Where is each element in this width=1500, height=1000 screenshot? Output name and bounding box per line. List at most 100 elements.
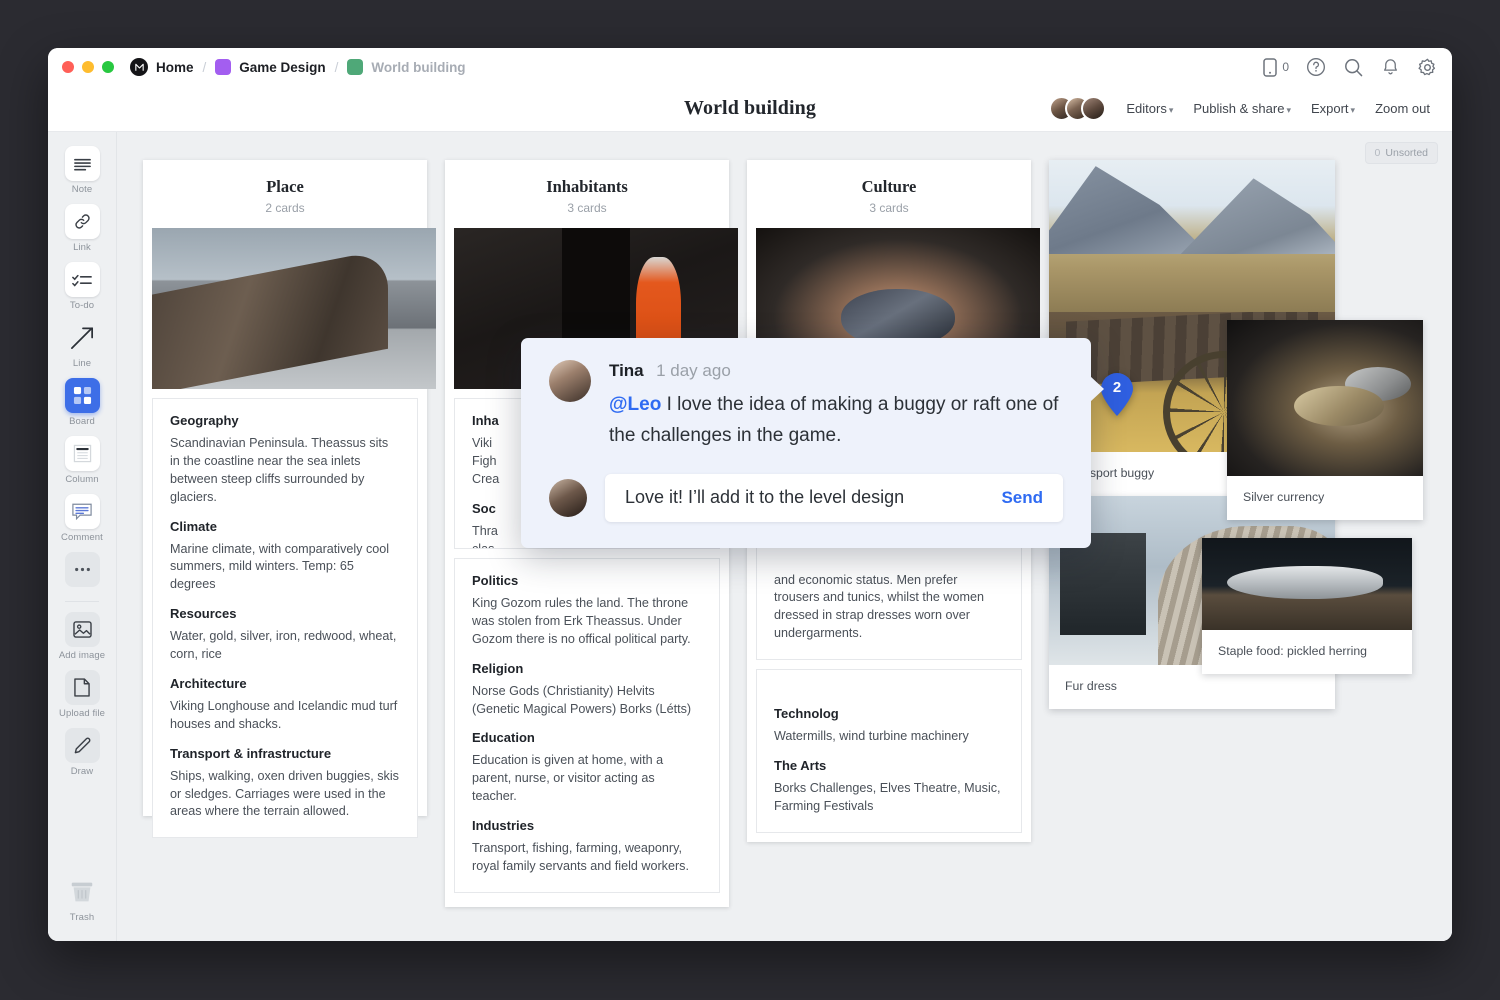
line-arrow-icon — [65, 320, 100, 355]
column-icon — [65, 436, 100, 471]
board-canvas[interactable]: 0 Unsorted Place 2 cards Geography Scand… — [117, 132, 1452, 941]
section-text: Marine climate, with comparatively cool … — [170, 541, 400, 595]
section-heading: Climate — [170, 519, 400, 534]
reply-input-wrapper[interactable]: Love it! I’ll add it to the level design… — [605, 474, 1063, 522]
comment-reply-row: Love it! I’ll add it to the level design… — [549, 474, 1063, 522]
section-heading: Resources — [170, 606, 400, 621]
tool-label: Upload file — [59, 708, 105, 719]
column-card[interactable]: Technolog Watermills, wind turbine machi… — [756, 669, 1022, 833]
breadcrumb-item-game-design[interactable]: Game Design — [215, 59, 325, 75]
settings-icon[interactable] — [1417, 57, 1438, 78]
more-icon — [65, 552, 100, 587]
tool-link[interactable]: Link — [54, 204, 110, 253]
section-heading: The Arts — [774, 758, 1004, 773]
titlebar-actions: 0 — [1263, 57, 1438, 78]
todo-icon — [65, 262, 100, 297]
section-heading: Geography — [170, 413, 400, 428]
breadcrumb: Home / Game Design / World building — [130, 58, 466, 76]
section-text: Water, gold, silver, iron, redwood, whea… — [170, 628, 400, 664]
section-text: Viking Longhouse and Icelandic mud turf … — [170, 698, 400, 734]
board-column-place[interactable]: Place 2 cards Geography Scandinavian Pen… — [143, 160, 427, 816]
tool-column[interactable]: Column — [54, 436, 110, 485]
image-card-silver-currency[interactable]: Silver currency — [1227, 320, 1423, 520]
tool-sidebar: Note Link To-do Line — [48, 132, 117, 941]
tool-more[interactable] — [54, 552, 110, 587]
column-title: Place — [153, 177, 417, 197]
herring-photo — [1202, 538, 1412, 630]
unsorted-badge[interactable]: 0 Unsorted — [1365, 142, 1438, 164]
window-titlebar: Home / Game Design / World building 0 — [48, 48, 1452, 86]
publish-share-menu[interactable]: Publish & share▾ — [1193, 101, 1291, 116]
section-heading: Education — [472, 730, 702, 745]
link-icon — [65, 204, 100, 239]
app-window: Home / Game Design / World building 0 — [48, 48, 1452, 941]
breadcrumb-item-home[interactable]: Home — [130, 58, 194, 76]
tool-board[interactable]: Board — [54, 378, 110, 427]
draw-icon — [65, 728, 100, 763]
tool-label: Board — [69, 416, 95, 427]
help-icon[interactable] — [1306, 57, 1326, 77]
comment-body-text: @Leo I love the idea of making a buggy o… — [609, 390, 1063, 452]
minimize-window-button[interactable] — [82, 61, 94, 73]
comment-pin[interactable]: 2 — [1099, 372, 1135, 417]
folder-swatch-icon — [215, 59, 231, 75]
tool-draw[interactable]: Draw — [54, 728, 110, 777]
comment-timestamp: 1 day ago — [656, 361, 731, 380]
tool-trash[interactable]: Trash — [48, 874, 116, 923]
comment-popup[interactable]: Tina 1 day ago @Leo I love the idea of m… — [521, 338, 1091, 548]
tool-note[interactable]: Note — [54, 146, 110, 195]
breadcrumb-label-game-design: Game Design — [239, 60, 325, 75]
close-window-button[interactable] — [62, 61, 74, 73]
section-heading: Religion — [472, 661, 702, 676]
reply-user-avatar — [549, 479, 587, 517]
tool-line[interactable]: Line — [54, 320, 110, 369]
comment-meta: Tina 1 day ago — [609, 361, 1063, 381]
section-heading: Politics — [472, 573, 702, 588]
mountain-landscape-photo — [1049, 160, 1335, 312]
zoom-out-button[interactable]: Zoom out — [1375, 101, 1430, 116]
comment-message: I love the idea of making a buggy or raf… — [609, 394, 1058, 446]
breadcrumb-label-home: Home — [156, 60, 194, 75]
tool-upload-file[interactable]: Upload file — [54, 670, 110, 719]
device-preview-icon[interactable] — [1263, 58, 1277, 77]
tool-comment[interactable]: Comment — [54, 494, 110, 543]
reply-input[interactable]: Love it! I’ll add it to the level design — [625, 487, 1001, 508]
add-image-icon — [65, 612, 100, 647]
column-card[interactable]: Geography Scandinavian Peninsula. Theass… — [152, 398, 418, 838]
export-menu[interactable]: Export▾ — [1311, 101, 1355, 116]
note-icon — [65, 146, 100, 181]
breadcrumb-item-world-building[interactable]: World building — [347, 59, 465, 75]
upload-file-icon — [65, 670, 100, 705]
send-button[interactable]: Send — [1001, 488, 1043, 508]
column-card[interactable]: Politics King Gozom rules the land. The … — [454, 558, 720, 893]
column-header: Place 2 cards — [143, 160, 427, 228]
editors-menu[interactable]: Editors▾ — [1126, 101, 1173, 116]
desktop-background: Home / Game Design / World building 0 — [0, 0, 1500, 1000]
tool-label: Line — [73, 358, 91, 369]
section-heading: Architecture — [170, 676, 400, 691]
search-icon[interactable] — [1343, 57, 1364, 78]
section-text: Scandinavian Peninsula. Theassus sits in… — [170, 435, 400, 507]
notifications-icon[interactable] — [1381, 57, 1400, 77]
image-caption: Staple food: pickled herring — [1202, 630, 1412, 674]
column-header: Inhabitants 3 cards — [445, 160, 729, 228]
section-heading: Industries — [472, 818, 702, 833]
column-card-count: 2 cards — [153, 201, 417, 215]
app-toolbar: World building Editors▾ Publish & share▾… — [48, 86, 1452, 132]
editor-avatars[interactable] — [1049, 96, 1106, 121]
image-card-pickled-herring[interactable]: Staple food: pickled herring — [1202, 538, 1412, 674]
section-text: Education is given at home, with a paren… — [472, 752, 702, 806]
maximize-window-button[interactable] — [102, 61, 114, 73]
unsorted-count: 0 — [1375, 147, 1381, 159]
comment-pin-count: 2 — [1099, 379, 1135, 396]
comment-mention[interactable]: @Leo — [609, 394, 661, 415]
tool-label: Comment — [61, 532, 103, 543]
chevron-down-icon: ▾ — [1169, 105, 1174, 115]
column-image-shipwreck[interactable] — [152, 228, 436, 389]
section-heading: Transport & infrastructure — [170, 746, 400, 761]
device-preview-count: 0 — [1282, 60, 1289, 74]
tool-todo[interactable]: To-do — [54, 262, 110, 311]
avatar — [1081, 96, 1106, 121]
tool-add-image[interactable]: Add image — [54, 612, 110, 661]
chevron-down-icon: ▾ — [1351, 105, 1356, 115]
